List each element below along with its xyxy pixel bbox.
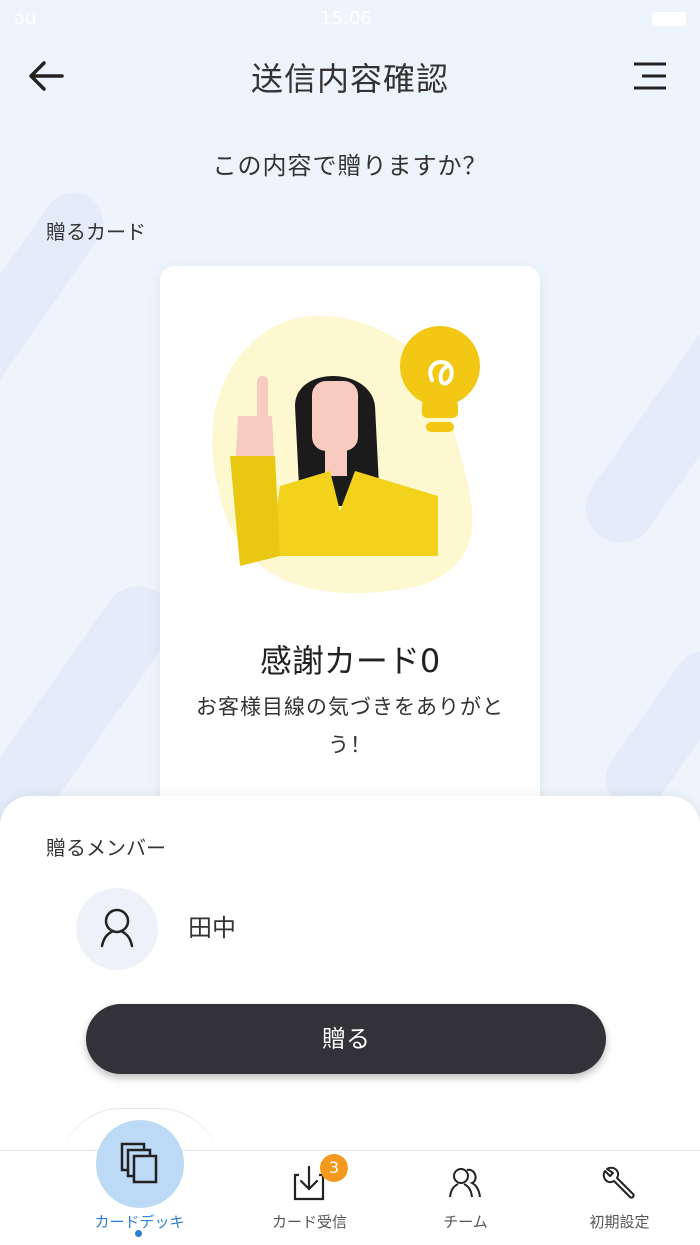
card-deck-icon <box>120 1142 158 1184</box>
gift-card: 感謝カード0 お客様目線の気づきをありがとう！ <box>160 266 540 826</box>
background-decoration <box>571 303 700 557</box>
menu-button[interactable] <box>632 60 668 92</box>
tab-card-receive[interactable]: カード受信 <box>222 1151 397 1245</box>
member-section-label: 贈るメンバー <box>46 836 166 860</box>
status-time: 15:06 <box>320 8 372 29</box>
background-decoration <box>593 639 700 821</box>
person-icon <box>100 908 134 948</box>
carrier-label: au <box>14 8 37 29</box>
page-title: 送信内容確認 <box>250 60 449 98</box>
card-description: お客様目線の気づきをありがとう！ <box>196 695 504 757</box>
card-title: 感謝カード0 <box>259 642 441 680</box>
avatar <box>76 888 158 970</box>
tab-team[interactable]: チーム <box>378 1151 553 1245</box>
active-tab-dot <box>135 1230 142 1237</box>
tab-label: カード受信 <box>271 1213 347 1231</box>
tab-settings[interactable]: 初期設定 <box>532 1151 700 1245</box>
status-bar: au 15:06 <box>0 0 700 40</box>
member-item[interactable]: 田中 <box>76 888 636 970</box>
battery-icon <box>652 12 686 26</box>
confirm-question: この内容で贈りますか？ <box>212 152 488 180</box>
header: 送信内容確認 <box>0 40 700 112</box>
menu-icon <box>634 62 666 90</box>
tab-label: チーム <box>443 1213 488 1231</box>
tab-label: カードデッキ <box>94 1213 185 1231</box>
notification-badge: 3 <box>320 1154 348 1182</box>
team-icon <box>449 1168 481 1198</box>
card-section-label: 贈るカード <box>46 220 146 244</box>
active-tab-indicator[interactable] <box>96 1120 184 1208</box>
member-name: 田中 <box>188 914 236 942</box>
woman-with-lightbulb-illustration <box>212 315 480 594</box>
tab-label: 初期設定 <box>589 1213 650 1231</box>
wrench-icon <box>602 1166 635 1199</box>
send-button[interactable]: 贈る <box>86 1004 606 1074</box>
